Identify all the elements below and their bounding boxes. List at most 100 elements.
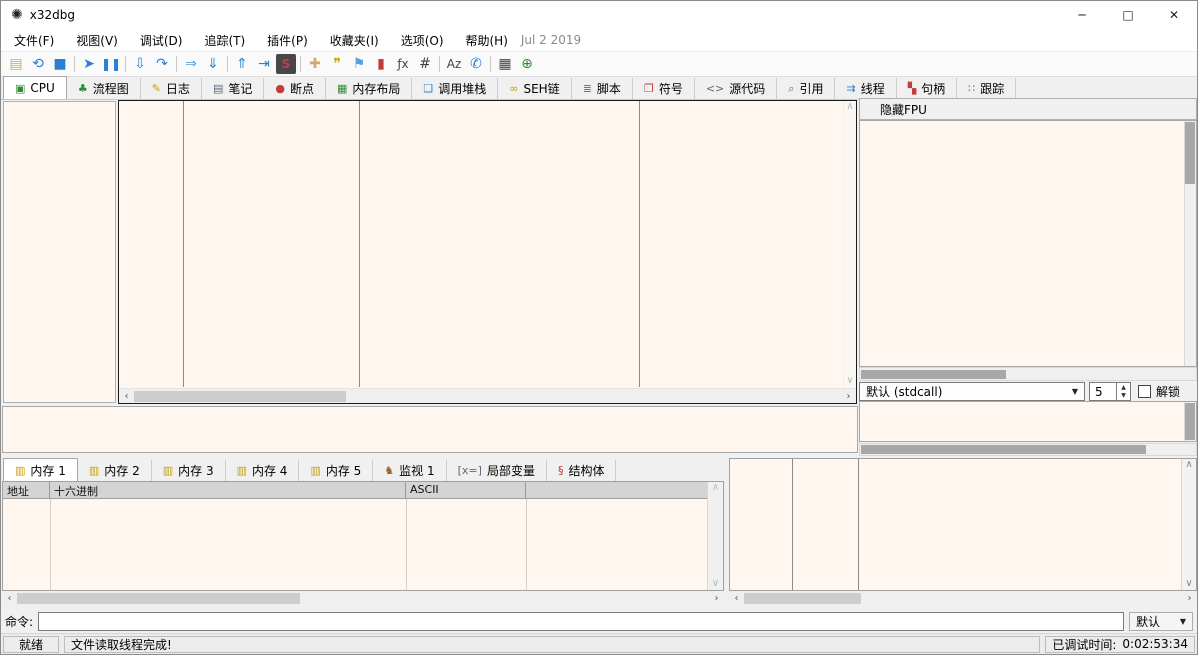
scroll-left-icon[interactable]: ‹	[2, 593, 17, 604]
scrollbar-thumb[interactable]	[1185, 403, 1195, 440]
scroll-left-icon[interactable]: ‹	[119, 391, 134, 402]
disasm-vertical-scrollbar[interactable]: ∧ ∨	[843, 101, 856, 387]
disasm-sidebar-pane[interactable]	[3, 101, 116, 403]
command-input[interactable]	[38, 612, 1124, 631]
registers-horizontal-scrollbar[interactable]	[859, 367, 1197, 381]
menu-options[interactable]: 选项(O)	[390, 29, 455, 52]
tab-cpu[interactable]: ▣ CPU	[3, 76, 67, 99]
arguments-view[interactable]	[859, 401, 1197, 442]
scroll-right-icon[interactable]: ›	[1182, 593, 1197, 604]
scroll-right-icon[interactable]: ›	[709, 593, 724, 604]
tab-script[interactable]: ≣ 脚本	[572, 78, 633, 99]
menu-file[interactable]: 文件(F)	[3, 29, 65, 52]
tab-dump-1[interactable]: ▥ 内存 1	[3, 458, 78, 481]
pause-icon[interactable]: ❚❚	[100, 53, 122, 75]
scrollbar-thumb[interactable]	[1185, 122, 1195, 184]
memory-dump-table[interactable]: 地址 十六进制 ASCII ∧ ∨	[2, 481, 724, 591]
tab-dump-2[interactable]: ▥ 内存 2	[78, 460, 152, 481]
tab-trace[interactable]: ∷ 跟踪	[957, 78, 1016, 99]
menu-favourites[interactable]: 收藏夹(I)	[319, 29, 390, 52]
scroll-left-icon[interactable]: ‹	[729, 593, 744, 604]
scrollbar-thumb[interactable]	[861, 370, 1006, 379]
scroll-up-icon[interactable]: ∧	[844, 101, 856, 113]
tab-dump-3[interactable]: ▥ 内存 3	[152, 460, 226, 481]
tab-dump-4[interactable]: ▥ 内存 4	[226, 460, 300, 481]
registers-view[interactable]	[859, 120, 1197, 367]
menu-plugins[interactable]: 插件(P)	[256, 29, 319, 52]
crc-hash-icon[interactable]: #	[414, 53, 436, 75]
tab-memory-map[interactable]: ▦ 内存布局	[326, 78, 412, 99]
spin-down-icon[interactable]: ▼	[1117, 392, 1130, 401]
scroll-down-icon[interactable]: ∨	[1182, 578, 1196, 590]
menu-debug[interactable]: 调试(D)	[129, 29, 194, 52]
tab-locals[interactable]: [x=] 局部变量	[447, 460, 547, 481]
hide-fpu-button[interactable]: 隐藏FPU	[859, 98, 1197, 120]
globe-icon[interactable]: ⊕	[516, 53, 538, 75]
scrollbar-thumb[interactable]	[861, 445, 1146, 454]
tab-handles[interactable]: ▚ 句柄	[897, 78, 957, 99]
calculator-icon[interactable]: ▦	[494, 53, 516, 75]
attach-phone-icon[interactable]: ✆	[465, 53, 487, 75]
execute-till-return-icon[interactable]: ⇓	[202, 53, 224, 75]
tab-graph[interactable]: ♣ 流程图	[67, 78, 141, 99]
labels-icon[interactable]: ⚑	[348, 53, 370, 75]
stack-horizontal-scrollbar[interactable]: ‹ ›	[729, 591, 1197, 606]
bookmarks-icon[interactable]: ▮	[370, 53, 392, 75]
step-over-icon[interactable]: ↷	[151, 53, 173, 75]
stop-icon[interactable]: ■	[49, 53, 71, 75]
memory-dump-vertical-scrollbar[interactable]: ∧ ∨	[707, 482, 723, 590]
maximize-button[interactable]: □	[1105, 1, 1151, 29]
scrollbar-thumb[interactable]	[744, 593, 861, 604]
scroll-right-icon[interactable]: ›	[841, 391, 856, 402]
registers-vertical-scrollbar[interactable]	[1184, 121, 1196, 366]
open-file-icon[interactable]: ▤	[5, 53, 27, 75]
arguments-horizontal-scrollbar[interactable]	[859, 443, 1197, 456]
scroll-up-icon[interactable]: ∧	[708, 482, 723, 494]
command-profile-select[interactable]: 默认 ▼	[1129, 612, 1193, 631]
tab-notes[interactable]: ▤ 笔记	[202, 78, 264, 99]
comments-icon[interactable]: ❞	[326, 53, 348, 75]
tab-call-stack[interactable]: ❏ 调用堆栈	[412, 78, 498, 99]
close-button[interactable]: ✕	[1151, 1, 1197, 29]
tab-dump-5[interactable]: ▥ 内存 5	[299, 460, 373, 481]
step-into-icon[interactable]: ⇩	[129, 53, 151, 75]
scrollbar-thumb[interactable]	[134, 391, 346, 402]
disasm-horizontal-scrollbar[interactable]: ‹ ›	[119, 388, 856, 403]
scylla-icon[interactable]: S	[276, 54, 296, 74]
info-pane[interactable]	[2, 406, 858, 453]
run-to-cursor-icon[interactable]: ⇒	[180, 53, 202, 75]
patches-icon[interactable]: ✚	[304, 53, 326, 75]
ascii-strings-icon[interactable]: Az	[443, 53, 465, 75]
run-icon[interactable]: ➤	[78, 53, 100, 75]
unlock-checkbox[interactable]	[1138, 385, 1151, 398]
tab-watch-1[interactable]: ♞ 监视 1	[373, 460, 446, 481]
functions-icon[interactable]: ƒx	[392, 53, 414, 75]
tab-symbols[interactable]: ❒ 符号	[633, 78, 695, 99]
scroll-up-icon[interactable]: ∧	[1182, 459, 1196, 471]
calling-convention-select[interactable]: 默认 (stdcall) ▼	[859, 382, 1085, 401]
menu-trace[interactable]: 追踪(T)	[193, 29, 256, 52]
tab-seh-chain[interactable]: ∞ SEH链	[498, 78, 571, 99]
tab-log[interactable]: ✎ 日志	[141, 78, 202, 99]
scroll-down-icon[interactable]: ∨	[708, 578, 723, 590]
memory-dump-horizontal-scrollbar[interactable]: ‹ ›	[2, 591, 724, 606]
stack-vertical-scrollbar[interactable]: ∧ ∨	[1181, 459, 1196, 590]
restart-icon[interactable]: ⟲	[27, 53, 49, 75]
tab-breakpoints[interactable]: ● 断点	[264, 78, 326, 99]
tab-references[interactable]: ⌕ 引用	[777, 78, 835, 99]
run-to-user-code-icon[interactable]: ⇥	[253, 53, 275, 75]
menu-view[interactable]: 视图(V)	[65, 29, 129, 52]
menu-help[interactable]: 帮助(H)	[455, 29, 519, 52]
tab-source[interactable]: <> 源代码	[695, 78, 777, 99]
arguments-vertical-scrollbar[interactable]	[1184, 402, 1196, 441]
tab-struct[interactable]: § 结构体	[547, 460, 617, 481]
scroll-down-icon[interactable]: ∨	[844, 375, 856, 387]
stack-view[interactable]: ∧ ∨	[729, 458, 1197, 591]
scrollbar-thumb[interactable]	[17, 593, 300, 604]
spin-up-icon[interactable]: ▲	[1117, 383, 1130, 392]
disassembly-view[interactable]: ∧ ∨ ‹ ›	[118, 100, 857, 404]
minimize-button[interactable]: ─	[1059, 1, 1105, 29]
tab-threads[interactable]: ⇉ 线程	[835, 78, 896, 99]
step-out-icon[interactable]: ⇑	[231, 53, 253, 75]
arg-count-stepper[interactable]: 5 ▲ ▼	[1089, 382, 1131, 401]
